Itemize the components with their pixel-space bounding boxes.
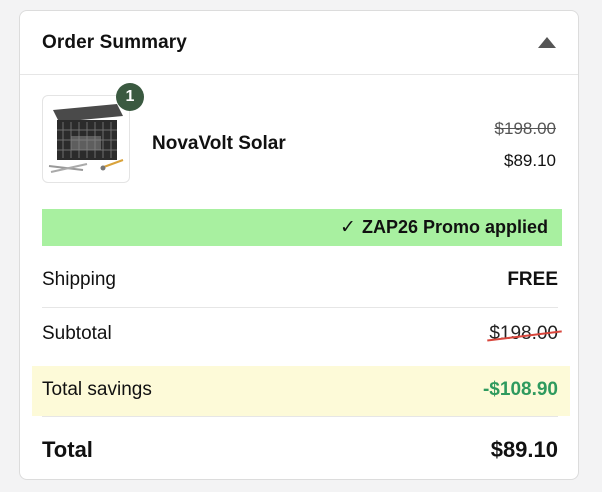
- shipping-label: Shipping: [42, 269, 116, 290]
- subtotal-label: Subtotal: [42, 323, 112, 344]
- product-thumbnail: [42, 95, 130, 183]
- savings-label: Total savings: [42, 379, 152, 400]
- order-summary-title: Order Summary: [42, 31, 187, 53]
- total-value: $89.10: [490, 437, 558, 462]
- subtotal-row: Subtotal $198.00: [42, 323, 558, 345]
- promo-text: ZAP26 Promo applied: [361, 217, 548, 237]
- total-row: Total $89.10: [42, 437, 558, 463]
- subtotal-value: $198.00: [489, 323, 558, 344]
- order-summary-header[interactable]: Order Summary: [20, 11, 578, 75]
- divider: [42, 416, 558, 417]
- product-line-item: 1 NovaVolt Solar $198.00 $89.10: [20, 75, 578, 209]
- shipping-row: Shipping FREE: [42, 269, 558, 291]
- divider: [42, 307, 558, 308]
- solar-generator-icon: [48, 104, 124, 173]
- savings-value: -$108.90: [482, 379, 558, 400]
- caret-up-icon[interactable]: [538, 37, 556, 48]
- discounted-price: $89.10: [504, 151, 556, 170]
- original-price: $198.00: [494, 119, 556, 138]
- checkmark-icon: ✓: [340, 217, 356, 238]
- product-name: NovaVolt Solar: [152, 133, 286, 154]
- quantity-badge: 1: [116, 83, 144, 111]
- savings-row: Total savings -$108.90: [42, 379, 558, 401]
- order-summary-card: Order Summary 1 NovaVolt Solar $198.00 $…: [19, 10, 579, 480]
- shipping-value: FREE: [507, 269, 558, 290]
- total-label: Total: [42, 437, 93, 462]
- promo-applied-banner: ✓ ZAP26 Promo applied: [42, 209, 562, 246]
